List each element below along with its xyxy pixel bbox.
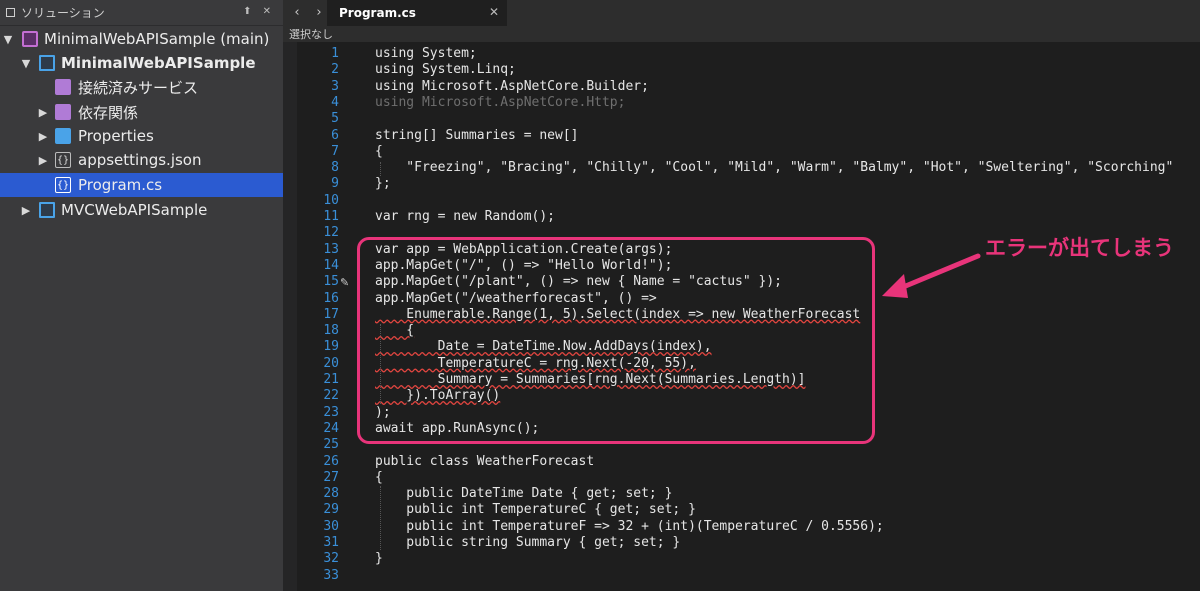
code-line[interactable]: string[] Summaries = new[] (375, 128, 579, 144)
line-number: 4 (331, 94, 339, 110)
line-number: 25 (323, 437, 339, 453)
line-number: 1 (331, 46, 339, 61)
line-number: 20 (323, 355, 339, 371)
line-number: 18 (323, 323, 339, 339)
line-number: 2 (331, 62, 339, 78)
annotation-arrow-icon (882, 253, 981, 298)
line-number: 32 (323, 551, 339, 567)
tree-item-connected-services[interactable]: 接続済みサービス (0, 75, 283, 99)
line-number: 26 (323, 453, 339, 469)
code-line[interactable]: "Freezing", "Bracing", "Chilly", "Cool",… (375, 160, 1173, 176)
code-line[interactable]: using Microsoft.AspNetCore.Http; (375, 95, 625, 111)
line-number: 13 (323, 241, 339, 257)
code-line[interactable]: public int TemperatureF => 32 + (int)(Te… (375, 519, 883, 535)
line-number: 8 (331, 160, 339, 176)
tree-item-solution[interactable]: ▼ MinimalWebAPISample (main) (0, 27, 283, 51)
code-line[interactable]: { (375, 144, 383, 160)
code-line[interactable]: public DateTime Date { get; set; } (375, 486, 672, 502)
code-line[interactable]: public string Summary { get; set; } (375, 535, 680, 551)
gutter-strip (283, 42, 297, 591)
project-icon (39, 55, 55, 71)
line-number: 14 (323, 257, 339, 273)
code-line[interactable]: public int TemperatureC { get; set; } (375, 502, 696, 518)
tree-item-project-minimal[interactable]: ▼ MinimalWebAPISample (0, 51, 283, 75)
code-line[interactable]: var rng = new Random(); (375, 209, 555, 225)
tab-label: Program.cs (339, 6, 416, 20)
expand-arrow-icon[interactable]: ▶ (37, 130, 49, 143)
line-number: 27 (323, 469, 339, 485)
indent-guide (380, 486, 381, 550)
tree-item-label: 接続済みサービス (78, 78, 199, 97)
line-number: 15 (323, 274, 339, 290)
solution-explorer-header: ソリューション ⬆ ✕ (0, 0, 283, 26)
solution-explorer-title: ソリューション (21, 6, 105, 20)
tree-item-label: Properties (78, 127, 154, 145)
indent-guide (380, 162, 381, 176)
solution-explorer: ソリューション ⬆ ✕ ▼ MinimalWebAPISample (main)… (0, 0, 283, 591)
tree-item-label: MinimalWebAPISample (61, 54, 256, 72)
pane-icon (6, 8, 15, 17)
code-line[interactable]: }; (375, 176, 391, 192)
line-number: 7 (331, 143, 339, 159)
folder-icon (55, 128, 71, 144)
expand-arrow-icon[interactable]: ▶ (37, 154, 49, 167)
line-number: 31 (323, 535, 339, 550)
line-number: 6 (331, 127, 339, 143)
line-number: 33 (323, 567, 339, 583)
error-highlight-box (357, 237, 875, 444)
code-line[interactable]: using Microsoft.AspNetCore.Builder; (375, 79, 649, 95)
code-line[interactable]: using System.Linq; (375, 62, 516, 78)
breadcrumb[interactable]: 選択なし (289, 26, 333, 42)
breadcrumb-bar: 選択なし (283, 26, 1200, 42)
tree-item-label: 依存関係 (78, 103, 139, 122)
nav-back-icon[interactable]: ‹ (288, 4, 306, 22)
line-number: 19 (323, 339, 339, 355)
line-number: 10 (323, 192, 339, 208)
tree-item-label: MVCWebAPISample (61, 201, 208, 219)
expand-arrow-icon[interactable]: ▶ (20, 204, 32, 217)
tree-item-properties[interactable]: ▶ Properties (0, 124, 283, 148)
nav-forward-icon[interactable]: › (310, 4, 328, 22)
line-number: 22 (323, 388, 339, 404)
expand-arrow-icon[interactable]: ▶ (37, 106, 49, 119)
code-line[interactable]: } (375, 551, 383, 567)
pane-controls[interactable]: ⬆ ✕ (243, 6, 275, 17)
line-number: 23 (323, 404, 339, 420)
tree-item-label: appsettings.json (78, 151, 202, 169)
tree-item-program-cs[interactable]: {} Program.cs (0, 173, 283, 197)
line-number: 28 (323, 486, 339, 502)
line-number: 11 (323, 209, 339, 224)
code-line[interactable]: using System; (375, 46, 477, 62)
line-number: 29 (323, 502, 339, 518)
solution-icon (22, 31, 38, 47)
close-icon[interactable]: ✕ (489, 5, 499, 19)
json-file-icon: {} (55, 152, 71, 168)
project-icon (39, 202, 55, 218)
tree-item-appsettings[interactable]: ▶ {} appsettings.json (0, 148, 283, 172)
dependencies-icon (55, 104, 71, 120)
line-number: 16 (323, 290, 339, 306)
tree-item-label: Program.cs (78, 176, 163, 194)
annotation-text: エラーが出てしまう (985, 236, 1174, 260)
code-line[interactable]: { (375, 470, 383, 486)
line-number: 3 (331, 78, 339, 94)
line-number: 12 (323, 225, 339, 241)
connected-services-icon (55, 79, 71, 95)
tree-item-label: MinimalWebAPISample (main) (44, 30, 270, 48)
tree-item-project-mvc[interactable]: ▶ MVCWebAPISample (0, 198, 283, 222)
expand-arrow-icon[interactable]: ▼ (20, 57, 32, 70)
csharp-file-icon: {} (55, 177, 71, 193)
tab-bar: ‹ › Program.cs ✕ (283, 0, 1200, 28)
tab-program-cs[interactable]: Program.cs ✕ (327, 0, 507, 28)
expand-arrow-icon[interactable]: ▼ (2, 33, 14, 46)
line-number: 17 (323, 306, 339, 322)
line-number: 5 (331, 111, 339, 127)
line-number: 9 (331, 176, 339, 192)
line-number: 24 (323, 420, 339, 436)
line-number: 30 (323, 518, 339, 534)
quick-fix-icon[interactable]: ✎ (340, 276, 349, 289)
code-line[interactable]: public class WeatherForecast (375, 454, 594, 470)
tree-item-dependencies[interactable]: ▶ 依存関係 (0, 100, 283, 124)
line-number: 21 (323, 372, 339, 387)
